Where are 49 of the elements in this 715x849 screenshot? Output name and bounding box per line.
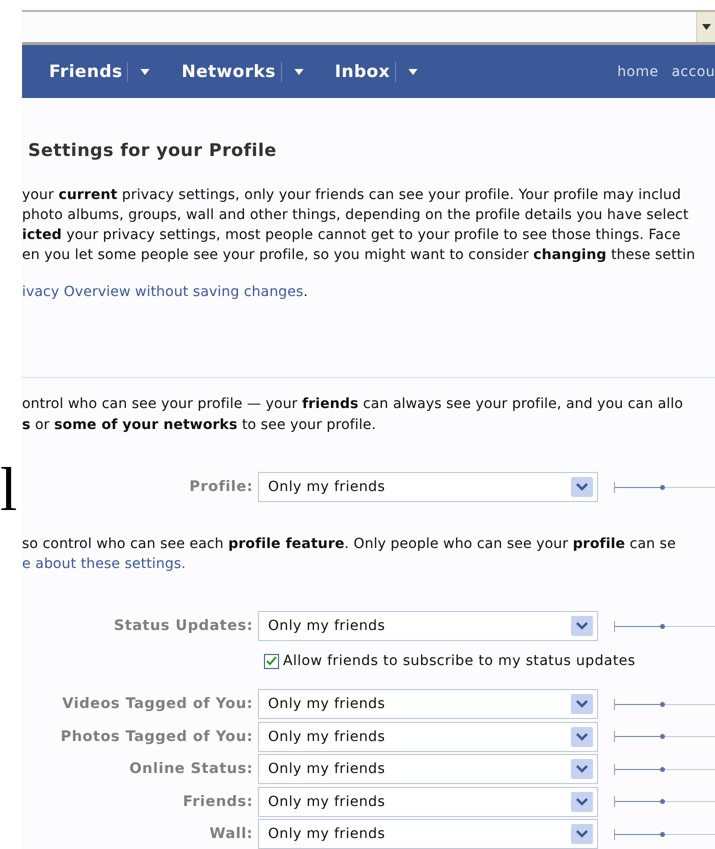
text-period: .: [303, 283, 308, 302]
slider-thumb[interactable]: [660, 799, 666, 804]
nav-item[interactable]: Networks: [181, 62, 281, 82]
checkmark-icon: [266, 656, 277, 666]
nav-item[interactable]: Friends: [49, 62, 128, 82]
field-label: Profile:: [188, 479, 253, 496]
text-line: photo albums, groups, wall and other things, depending on the profile details you have select: [22, 206, 690, 226]
select-field[interactable]: Only my friends: [258, 611, 598, 642]
dropdown-arrow-icon[interactable]: [702, 24, 710, 30]
select-field[interactable]: Only my friends: [258, 722, 598, 752]
select-field[interactable]: Only my friends: [258, 754, 598, 784]
select-field[interactable]: Only my friends: [258, 472, 598, 502]
chevron-down-icon: [571, 792, 593, 812]
field-label: Friends:: [182, 794, 253, 810]
field-label: Wall:: [208, 826, 253, 842]
slider-thumb[interactable]: [660, 624, 666, 629]
field-label: Videos Tagged of You:: [61, 696, 253, 712]
chevron-down-icon: [571, 759, 593, 780]
text-line: so control who can see each profile feature. Only people who can see your profile can se: [22, 535, 677, 554]
slider-thumb[interactable]: [660, 484, 666, 490]
chevron-down-icon: [571, 694, 593, 714]
slider-thumb[interactable]: [660, 832, 666, 837]
slider-thumb[interactable]: [660, 702, 666, 707]
field-label: Online Status:: [128, 761, 253, 778]
page-title: Settings for your Profile: [28, 140, 278, 162]
overview-link[interactable]: ivacy Overview without saving changes: [22, 282, 304, 302]
letter-glyph: l: [0, 462, 18, 518]
nav-link[interactable]: home: [617, 64, 659, 80]
settings-link[interactable]: e about these settings.: [22, 554, 186, 574]
chevron-down-icon: [571, 824, 593, 844]
text-line: ontrol who can see your profile — your friends can always see your profile, and you can allo: [22, 395, 684, 414]
select-field[interactable]: Only my friends: [258, 689, 598, 720]
field-label: Status Updates:: [112, 618, 253, 634]
text-line: s or some of your networks to see your profile.: [22, 416, 378, 436]
slider-thumb[interactable]: [660, 766, 666, 772]
text-line: en you let some people see your profile, so you might want to consider changing these settin: [22, 246, 696, 266]
nav-item[interactable]: Inbox: [334, 62, 395, 82]
select-field[interactable]: Only my friends: [258, 819, 598, 849]
checkbox[interactable]: [264, 654, 279, 669]
checkbox-label: Allow friends to subscribe to my status updates: [283, 653, 636, 670]
text-line: icted your privacy settings, most people cannot get to your profile to see those things. Face: [22, 226, 682, 246]
chevron-down-icon: [571, 616, 593, 636]
slider-thumb[interactable]: [660, 734, 666, 740]
field-label: Photos Tagged of You:: [60, 728, 253, 745]
chevron-down-icon: [571, 477, 593, 498]
chevron-down-icon: [571, 726, 593, 747]
nav-link[interactable]: accou: [672, 64, 715, 80]
select-field[interactable]: Only my friends: [258, 786, 598, 817]
text-line: your current privacy settings, only your friends can see your profile. Your profile may includ: [22, 186, 682, 206]
